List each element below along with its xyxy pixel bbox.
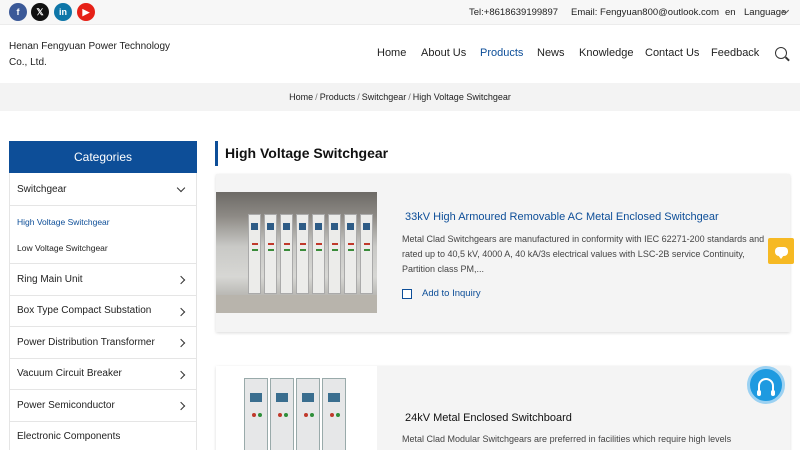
sidebar-item-transformer[interactable]: Power Distribution Transformer bbox=[10, 327, 196, 359]
chat-bubble-icon bbox=[774, 246, 788, 259]
product-title-link[interactable]: 33kV High Armoured Removable AC Metal En… bbox=[405, 211, 719, 223]
cabinet-shape bbox=[322, 378, 346, 450]
sidebar-item-switchgear[interactable]: Switchgear bbox=[10, 173, 196, 206]
nav-home[interactable]: Home bbox=[377, 47, 406, 59]
product-card: 24kV Metal Enclosed Switchboard Metal Cl… bbox=[216, 366, 790, 450]
nav-news[interactable]: News bbox=[537, 47, 565, 59]
categories-title: Categories bbox=[9, 141, 197, 173]
breadcrumb-bar: Home / Products / Switchgear / High Voltage Sw… bbox=[0, 83, 800, 111]
cabinet-shape bbox=[296, 378, 320, 450]
breadcrumb: Home / Products / Switchgear / High Voltage Sw… bbox=[289, 92, 511, 102]
language-code: en bbox=[725, 7, 736, 18]
language-selector[interactable]: Language bbox=[744, 7, 786, 18]
inquiry-label: Add to Inquiry bbox=[422, 288, 481, 299]
cabinet-shape bbox=[270, 378, 294, 450]
linkedin-icon[interactable]: in bbox=[54, 3, 72, 21]
company-name[interactable]: Henan Fengyuan Power Technology Co., Ltd… bbox=[9, 39, 179, 71]
chevron-right-icon[interactable] bbox=[176, 370, 186, 379]
product-title-link[interactable]: 24kV Metal Enclosed Switchboard bbox=[405, 412, 572, 424]
chevron-right-icon[interactable] bbox=[176, 307, 186, 316]
sidebar-item-label: Box Type Compact Substation bbox=[17, 305, 152, 317]
sidebar-item-label: Vacuum Circuit Breaker bbox=[17, 368, 122, 380]
cabinet-shape bbox=[328, 214, 341, 294]
cabinet-shape bbox=[296, 214, 309, 294]
search-icon[interactable] bbox=[775, 47, 787, 59]
sidebar-item-ring-main-unit[interactable]: Ring Main Unit bbox=[10, 264, 196, 296]
top-bar: f 𝕏 in ▶ Tel:+8618639199897 Email: Fengy… bbox=[0, 0, 800, 25]
chat-tab-button[interactable] bbox=[768, 238, 794, 264]
product-image[interactable] bbox=[216, 366, 377, 450]
breadcrumb-home[interactable]: Home bbox=[289, 92, 313, 102]
sidebar-item-vacuum-breaker[interactable]: Vacuum Circuit Breaker bbox=[10, 359, 196, 390]
sidebar-item-label: Switchgear bbox=[17, 183, 67, 195]
nav-products[interactable]: Products bbox=[480, 47, 523, 59]
cabinet-shape bbox=[264, 214, 277, 294]
nav-knowledge[interactable]: Knowledge bbox=[579, 47, 633, 59]
cabinet-shape bbox=[280, 214, 293, 294]
sidebar-item-power-semiconductor[interactable]: Power Semiconductor bbox=[10, 390, 196, 422]
cabinet-shape bbox=[244, 378, 268, 450]
chevron-right-icon[interactable] bbox=[176, 275, 186, 285]
x-twitter-icon[interactable]: 𝕏 bbox=[31, 3, 49, 21]
breadcrumb-current: High Voltage Switchgear bbox=[412, 92, 511, 102]
sidebar-subitem-high-voltage[interactable]: High Voltage Switchgear bbox=[10, 209, 196, 235]
cabinet-shape bbox=[344, 214, 357, 294]
cabinet-shape bbox=[248, 214, 261, 294]
title-accent-bar bbox=[215, 141, 218, 166]
sidebar-subitem-low-voltage[interactable]: Low Voltage Switchgear bbox=[10, 235, 196, 261]
chevron-right-icon[interactable] bbox=[176, 401, 186, 411]
cabinet-shape bbox=[312, 214, 325, 294]
sidebar-item-electronic-components[interactable]: Electronic Components bbox=[10, 422, 196, 450]
product-description: Metal Clad Switchgears are manufactured … bbox=[402, 234, 765, 274]
customer-support-button[interactable] bbox=[747, 366, 785, 404]
youtube-icon[interactable]: ▶ bbox=[77, 3, 95, 21]
cabinet-shape bbox=[360, 214, 373, 294]
phone-number: Tel:+8618639199897 bbox=[469, 7, 559, 18]
product-description: Metal Clad Modular Switchgears are prefe… bbox=[402, 434, 732, 444]
email-link[interactable]: Email: Fengyuan800@outlook.com bbox=[571, 7, 719, 18]
breadcrumb-switchgear[interactable]: Switchgear bbox=[362, 92, 407, 102]
inquiry-checkbox[interactable] bbox=[402, 288, 412, 299]
chevron-down-icon[interactable] bbox=[176, 183, 186, 193]
product-card: 33kV High Armoured Removable AC Metal En… bbox=[216, 174, 790, 332]
site-header: Henan Fengyuan Power Technology Co., Ltd… bbox=[0, 25, 800, 83]
nav-feedback[interactable]: Feedback bbox=[711, 47, 759, 59]
chevron-right-icon[interactable] bbox=[176, 338, 186, 348]
sidebar-item-label: Ring Main Unit bbox=[17, 273, 83, 285]
breadcrumb-products[interactable]: Products bbox=[320, 92, 356, 102]
facebook-icon[interactable]: f bbox=[9, 3, 27, 21]
switchgear-subcategories: High Voltage Switchgear Low Voltage Swit… bbox=[10, 206, 196, 264]
sidebar-item-box-substation[interactable]: Box Type Compact Substation bbox=[10, 296, 196, 327]
floor-shape bbox=[216, 295, 377, 313]
sidebar-item-label: Power Semiconductor bbox=[17, 399, 115, 411]
page-title: High Voltage Switchgear bbox=[225, 145, 389, 161]
product-image[interactable] bbox=[216, 192, 377, 313]
nav-contact-us[interactable]: Contact Us bbox=[645, 47, 699, 59]
sidebar-item-label: Power Distribution Transformer bbox=[17, 336, 155, 348]
nav-about-us[interactable]: About Us bbox=[421, 47, 466, 59]
add-to-inquiry-button[interactable]: Add to Inquiry bbox=[402, 288, 481, 299]
headset-icon bbox=[757, 378, 775, 396]
sidebar-item-label: Electronic Components bbox=[17, 431, 121, 443]
category-sidebar: Switchgear High Voltage Switchgear Low V… bbox=[9, 173, 197, 450]
